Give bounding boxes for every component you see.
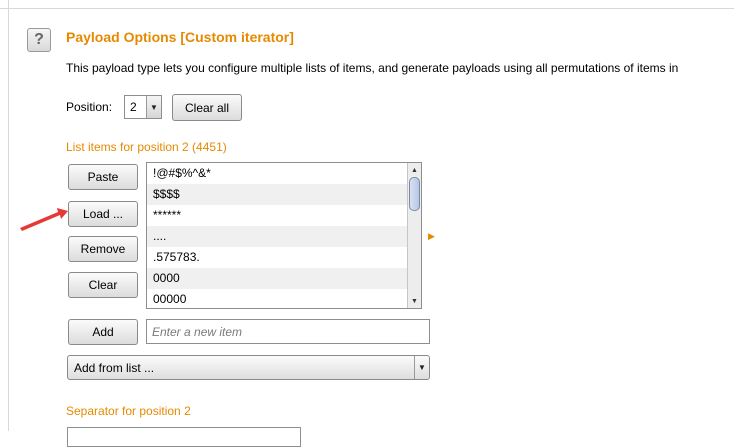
clear-all-button[interactable]: Clear all: [172, 94, 242, 121]
chevron-down-icon[interactable]: ▼: [146, 96, 161, 118]
triangle-right-icon[interactable]: ▶: [428, 231, 435, 242]
list-item[interactable]: $$$$: [147, 184, 407, 205]
position-label: Position:: [66, 100, 113, 114]
section-description: This payload type lets you configure mul…: [66, 61, 679, 75]
arrow-up-icon[interactable]: ▲: [408, 163, 421, 177]
position-select[interactable]: 2 ▼: [124, 95, 162, 119]
paste-button[interactable]: Paste: [68, 164, 138, 190]
list-scrollbar[interactable]: ▲ ▼: [407, 163, 421, 308]
separator-label: Separator for position 2: [66, 404, 191, 418]
list-item[interactable]: ******: [147, 205, 407, 226]
chevron-down-icon[interactable]: ▼: [414, 356, 429, 379]
clear-button[interactable]: Clear: [68, 272, 138, 298]
list-items-header: List items for position 2 (4451): [66, 140, 227, 154]
add-from-list-select[interactable]: Add from list ... ▼: [67, 355, 430, 380]
position-value: 2: [130, 100, 137, 114]
add-button[interactable]: Add: [68, 319, 138, 345]
remove-button[interactable]: Remove: [68, 236, 138, 262]
help-icon[interactable]: ?: [27, 28, 51, 52]
top-divider: [0, 8, 734, 9]
load-button[interactable]: Load ...: [68, 201, 138, 227]
list-item[interactable]: .575783.: [147, 247, 407, 268]
left-divider: [8, 0, 9, 431]
separator-input[interactable]: [67, 427, 301, 447]
scrollbar-thumb[interactable]: [409, 177, 420, 211]
arrow-down-icon[interactable]: ▼: [408, 294, 421, 308]
new-item-input[interactable]: [146, 319, 430, 344]
list-item[interactable]: 0000: [147, 268, 407, 289]
list-item[interactable]: ....: [147, 226, 407, 247]
list-item[interactable]: !@#$%^&*: [147, 163, 407, 184]
list-item[interactable]: 00000: [147, 289, 407, 308]
section-title: Payload Options [Custom iterator]: [66, 29, 294, 45]
add-from-list-value: Add from list ...: [74, 360, 155, 375]
payload-list[interactable]: !@#$%^&* $$$$ ****** .... .575783. 0000 …: [146, 162, 422, 309]
